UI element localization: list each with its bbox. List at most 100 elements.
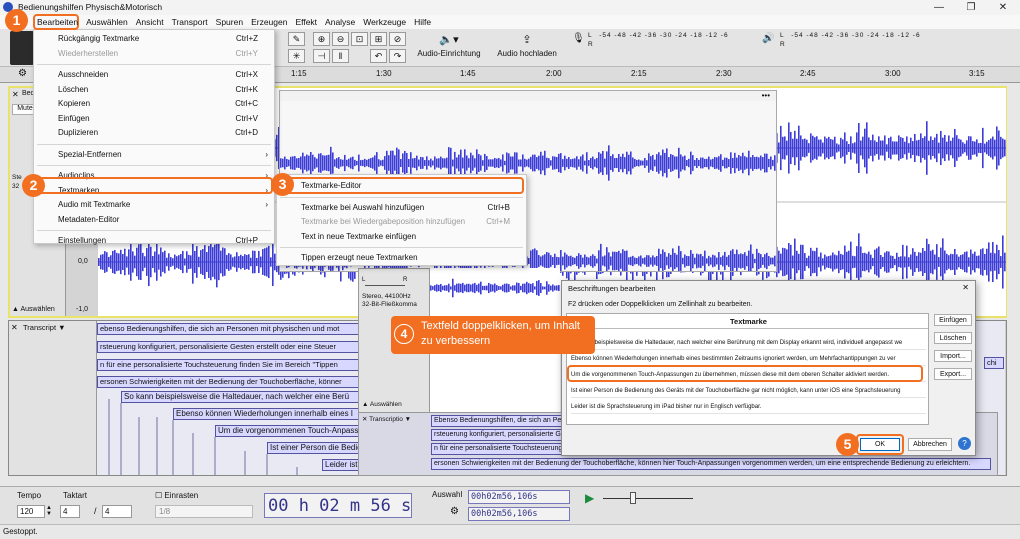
label-track-close-icon[interactable]: ✕ [11, 323, 18, 332]
delete-button[interactable]: Löschen [934, 332, 972, 344]
inner-label-track-name[interactable]: ✕ Transcriptio ▼ [362, 415, 411, 423]
menu-item-label: Textmarke bei Wiedergabeposition hinzufü… [301, 217, 466, 226]
inner-format: Stereo, 44100Hz [362, 293, 411, 300]
selection-start[interactable]: 00h02m56,106s [468, 490, 570, 504]
track-close-icon[interactable]: ✕ [12, 90, 19, 99]
ts-slash: / [94, 506, 97, 516]
inner-select[interactable]: ▲ Auswählen [362, 401, 402, 408]
menu-item[interactable]: Ausschneiden Ctrl+X [34, 68, 274, 83]
menu-item-label: Einfügen [58, 113, 90, 123]
label-track-name[interactable]: Transcript ▼ [23, 323, 66, 332]
toolbar-left-block [10, 31, 34, 65]
menu-bearbeiten[interactable]: Bearbeiten [33, 15, 82, 29]
grid-row[interactable]: Leider ist die Sprachsteuerung im iPad b… [571, 400, 926, 414]
playback-meter[interactable]: L -54 -48 -42 -36 -30 -24 -18 -12 -6 [780, 32, 942, 44]
menu-effekt[interactable]: Effekt [291, 15, 321, 29]
import-button[interactable]: Import... [934, 350, 972, 362]
playback-speaker-icon[interactable]: 🔊 [762, 33, 774, 44]
close-window-button[interactable]: ✕ [988, 0, 1018, 15]
tick-1-30: 1:30 [376, 69, 392, 78]
menu-item[interactable]: Tippen erzeugt neue Textmarken [277, 251, 526, 266]
tick-1-15: 1:15 [291, 69, 307, 78]
grid-row[interactable]: So kann beispielsweise die Haltedauer, n… [571, 336, 926, 350]
snap-select[interactable]: 1/8 [155, 505, 253, 518]
microphone-icon[interactable]: 🎙 [572, 33, 585, 44]
cancel-button[interactable]: Abbrechen [908, 438, 952, 451]
menu-item[interactable]: Spezial-Entfernen › [34, 148, 274, 163]
menu-item[interactable]: Kopieren Ctrl+C [34, 97, 274, 112]
trim-icon[interactable]: ⊣ [313, 49, 330, 63]
menu-item[interactable]: Rückgängig Textmarke Ctrl+Z [34, 32, 274, 47]
zoom-in-icon[interactable]: ⊕ [313, 32, 330, 46]
maximize-button[interactable]: ❐ [956, 0, 986, 15]
menu-item[interactable]: Wiederherstellen Ctrl+Y [34, 47, 274, 62]
menu-item-label: Tippen erzeugt neue Textmarken [301, 253, 418, 262]
label-item-right[interactable]: chi [984, 357, 1004, 369]
multi-tool-icon[interactable]: ✳ [288, 49, 305, 63]
menu-ansicht[interactable]: Ansicht [132, 15, 168, 29]
audio-setup-button[interactable]: 🔈▾ Audio-Einrichtung [412, 31, 486, 65]
export-button[interactable]: Export... [934, 368, 972, 380]
inner-l: L [362, 277, 366, 283]
menu-item[interactable]: Einfügen Ctrl+V [34, 112, 274, 127]
snap-checkbox[interactable]: ☐ Einrasten [155, 491, 198, 500]
draw-tool-icon[interactable]: ✎ [288, 32, 305, 46]
menu-shortcut: Ctrl+Y [235, 48, 258, 58]
pan-slider[interactable] [365, 285, 405, 286]
timeline-settings-icon[interactable]: ⚙ [18, 68, 27, 79]
record-meter-l: L [588, 32, 592, 39]
menu-item[interactable]: Metadaten-Editor [34, 213, 274, 228]
undo-icon[interactable]: ↶ [370, 49, 387, 63]
tick-3-15: 3:15 [969, 69, 985, 78]
ts-denominator[interactable]: 4 [102, 505, 132, 518]
grid-row[interactable]: Ebenso können Wiederholungen innerhalb e… [571, 352, 926, 366]
help-icon[interactable]: ? [958, 437, 971, 450]
menu-analyse[interactable]: Analyse [321, 15, 359, 29]
menu-separator [280, 196, 523, 198]
more-options-icon[interactable]: ••• [762, 91, 770, 100]
menu-item[interactable]: Duplizieren Ctrl+D [34, 126, 274, 141]
dialog-close-button[interactable]: ✕ [962, 283, 969, 292]
menu-hilfe[interactable]: Hilfe [410, 15, 435, 29]
playback-speed-slider[interactable] [603, 498, 693, 499]
menu-item[interactable]: Löschen Ctrl+K [34, 83, 274, 98]
menu-transport[interactable]: Transport [168, 15, 212, 29]
insert-button[interactable]: Einfügen [934, 314, 972, 326]
fit-selection-icon[interactable]: ⊡ [351, 32, 368, 46]
tempo-spinner[interactable]: ▲ ▼ [46, 505, 52, 517]
inner-label-item[interactable]: ersonen Schwierigkeiten mit der Bedienun… [431, 458, 991, 470]
menu-spuren[interactable]: Spuren [212, 15, 247, 29]
play-at-speed-icon[interactable]: ▶ [585, 491, 594, 505]
select-track-button[interactable]: ▲ Auswählen [12, 306, 55, 313]
menu-item-label: Rückgängig Textmarke [58, 34, 140, 43]
menu-item-label: Audio mit Textmarke [58, 200, 131, 209]
zoom-toggle-icon[interactable]: ⊘ [389, 32, 406, 46]
fit-project-icon[interactable]: ⊞ [370, 32, 387, 46]
share-audio-button[interactable]: ⇪ Audio hochladen [492, 31, 562, 65]
menu-auswaehlen[interactable]: Auswählen [82, 15, 132, 29]
ts-numerator[interactable]: 4 [60, 505, 80, 518]
minimize-button[interactable]: — [924, 0, 954, 15]
menu-werkzeuge[interactable]: Werkzeuge [359, 15, 410, 29]
redo-icon[interactable]: ↷ [389, 49, 406, 63]
settings-icon[interactable]: ⚙ [450, 506, 459, 517]
edit-menu-dropdown: Rückgängig Textmarke Ctrl+Z Wiederherstell… [33, 29, 275, 245]
menu-item[interactable]: Audio mit Textmarke › [34, 198, 274, 213]
menu-item[interactable]: Text in neue Textmarke einfügen [277, 230, 526, 245]
record-meter[interactable]: L -54 -48 -42 -36 -30 -24 -18 -12 -6 [588, 32, 750, 44]
tempo-input[interactable]: 120 [17, 505, 45, 518]
silence-icon[interactable]: ‖ [332, 49, 349, 63]
playback-meter-r: R [780, 41, 785, 48]
grid-row[interactable]: Ist einer Person die Bedienung des Gerät… [571, 384, 926, 398]
menu-item[interactable]: Einstellungen Ctrl+P [34, 234, 274, 249]
menu-erzeugen[interactable]: Erzeugen [247, 15, 291, 29]
menu-item[interactable]: Textmarke bei Auswahl hinzufügen Ctrl+B [277, 201, 526, 216]
zoom-out-icon[interactable]: ⊖ [332, 32, 349, 46]
playback-speed-thumb[interactable] [630, 492, 636, 504]
selection-label: Auswahl [432, 490, 463, 499]
time-display[interactable]: 00 h 02 m 56 s [264, 493, 412, 518]
selection-end[interactable]: 00h02m56,106s [468, 507, 570, 521]
chevron-right-icon: › [265, 149, 268, 159]
menu-item[interactable]: Textmarke bei Wiedergabeposition hinzufü… [277, 215, 526, 230]
window-title: Bedienungshilfen Physisch&Motorisch [18, 2, 163, 12]
